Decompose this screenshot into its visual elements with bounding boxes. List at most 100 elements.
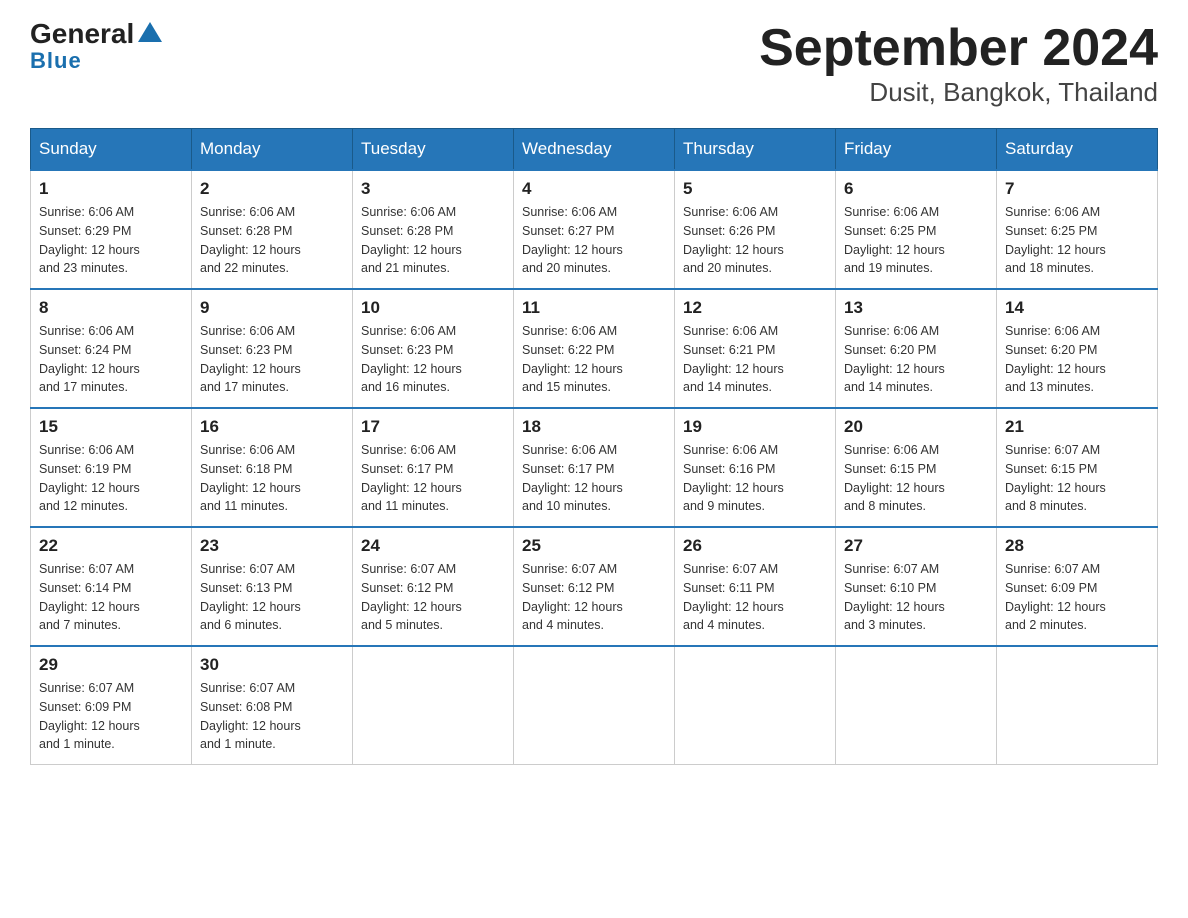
- day-number: 8: [39, 298, 183, 318]
- calendar-cell: 15 Sunrise: 6:06 AMSunset: 6:19 PMDayligh…: [31, 408, 192, 527]
- day-number: 16: [200, 417, 344, 437]
- calendar-table: SundayMondayTuesdayWednesdayThursdayFrid…: [30, 128, 1158, 765]
- calendar-cell: 12 Sunrise: 6:06 AMSunset: 6:21 PMDayligh…: [675, 289, 836, 408]
- day-number: 26: [683, 536, 827, 556]
- calendar-cell: 24 Sunrise: 6:07 AMSunset: 6:12 PMDayligh…: [353, 527, 514, 646]
- calendar-cell: 6Sunrise: 6:06 AMSunset: 6:25 PMDaylight…: [836, 170, 997, 289]
- day-number: 20: [844, 417, 988, 437]
- column-header-monday: Monday: [192, 129, 353, 171]
- calendar-cell: 10Sunrise: 6:06 AMSunset: 6:23 PMDayligh…: [353, 289, 514, 408]
- day-number: 24: [361, 536, 505, 556]
- day-number: 14: [1005, 298, 1149, 318]
- day-number: 15: [39, 417, 183, 437]
- day-number: 10: [361, 298, 505, 318]
- week-row-2: 8 Sunrise: 6:06 AMSunset: 6:24 PMDaylight…: [31, 289, 1158, 408]
- page-header: General Blue September 2024 Dusit, Bangk…: [30, 20, 1158, 108]
- day-number: 3: [361, 179, 505, 199]
- calendar-cell: 8 Sunrise: 6:06 AMSunset: 6:24 PMDaylight…: [31, 289, 192, 408]
- column-header-tuesday: Tuesday: [353, 129, 514, 171]
- day-number: 30: [200, 655, 344, 675]
- day-info: Sunrise: 6:07 AMSunset: 6:13 PMDaylight:…: [200, 560, 344, 635]
- day-info: Sunrise: 6:07 AMSunset: 6:12 PMDaylight:…: [522, 560, 666, 635]
- day-info: Sunrise: 6:06 AMSunset: 6:22 PMDaylight:…: [522, 322, 666, 397]
- calendar-cell: 17 Sunrise: 6:06 AMSunset: 6:17 PMDayligh…: [353, 408, 514, 527]
- day-info: Sunrise: 6:06 AMSunset: 6:28 PMDaylight:…: [361, 203, 505, 278]
- day-info: Sunrise: 6:06 AMSunset: 6:17 PMDaylight:…: [361, 441, 505, 516]
- calendar-cell: 5Sunrise: 6:06 AMSunset: 6:26 PMDaylight…: [675, 170, 836, 289]
- day-number: 28: [1005, 536, 1149, 556]
- day-number: 11: [522, 298, 666, 318]
- column-header-wednesday: Wednesday: [514, 129, 675, 171]
- week-row-4: 22 Sunrise: 6:07 AMSunset: 6:14 PMDayligh…: [31, 527, 1158, 646]
- calendar-cell: 20Sunrise: 6:06 AMSunset: 6:15 PMDayligh…: [836, 408, 997, 527]
- day-info: Sunrise: 6:06 AMSunset: 6:20 PMDaylight:…: [844, 322, 988, 397]
- calendar-cell: [353, 646, 514, 765]
- day-info: Sunrise: 6:06 AMSunset: 6:27 PMDaylight:…: [522, 203, 666, 278]
- day-number: 21: [1005, 417, 1149, 437]
- calendar-cell: 11 Sunrise: 6:06 AMSunset: 6:22 PMDayligh…: [514, 289, 675, 408]
- calendar-cell: 25 Sunrise: 6:07 AMSunset: 6:12 PMDayligh…: [514, 527, 675, 646]
- day-number: 17: [361, 417, 505, 437]
- calendar-cell: [514, 646, 675, 765]
- day-info: Sunrise: 6:06 AMSunset: 6:16 PMDaylight:…: [683, 441, 827, 516]
- calendar-cell: 9Sunrise: 6:06 AMSunset: 6:23 PMDaylight…: [192, 289, 353, 408]
- day-number: 7: [1005, 179, 1149, 199]
- day-number: 23: [200, 536, 344, 556]
- day-number: 27: [844, 536, 988, 556]
- calendar-cell: 3 Sunrise: 6:06 AMSunset: 6:28 PMDaylight…: [353, 170, 514, 289]
- week-row-3: 15 Sunrise: 6:06 AMSunset: 6:19 PMDayligh…: [31, 408, 1158, 527]
- column-header-saturday: Saturday: [997, 129, 1158, 171]
- logo: General Blue: [30, 20, 164, 74]
- day-number: 13: [844, 298, 988, 318]
- calendar-cell: [836, 646, 997, 765]
- day-number: 22: [39, 536, 183, 556]
- calendar-cell: 21Sunrise: 6:07 AMSunset: 6:15 PMDayligh…: [997, 408, 1158, 527]
- calendar-cell: 13 Sunrise: 6:06 AMSunset: 6:20 PMDayligh…: [836, 289, 997, 408]
- calendar-cell: 4 Sunrise: 6:06 AMSunset: 6:27 PMDaylight…: [514, 170, 675, 289]
- logo-general: General: [30, 20, 134, 48]
- calendar-cell: 16 Sunrise: 6:06 AMSunset: 6:18 PMDayligh…: [192, 408, 353, 527]
- column-header-friday: Friday: [836, 129, 997, 171]
- calendar-header-row: SundayMondayTuesdayWednesdayThursdayFrid…: [31, 129, 1158, 171]
- day-number: 18: [522, 417, 666, 437]
- calendar-cell: 7 Sunrise: 6:06 AMSunset: 6:25 PMDaylight…: [997, 170, 1158, 289]
- day-info: Sunrise: 6:06 AMSunset: 6:25 PMDaylight:…: [1005, 203, 1149, 278]
- calendar-cell: 26 Sunrise: 6:07 AMSunset: 6:11 PMDayligh…: [675, 527, 836, 646]
- day-info: Sunrise: 6:07 AMSunset: 6:09 PMDaylight:…: [1005, 560, 1149, 635]
- column-header-thursday: Thursday: [675, 129, 836, 171]
- calendar-cell: 29 Sunrise: 6:07 AMSunset: 6:09 PMDayligh…: [31, 646, 192, 765]
- logo-icon: [136, 18, 164, 46]
- day-info: Sunrise: 6:06 AMSunset: 6:21 PMDaylight:…: [683, 322, 827, 397]
- calendar-cell: [675, 646, 836, 765]
- calendar-cell: 14 Sunrise: 6:06 AMSunset: 6:20 PMDayligh…: [997, 289, 1158, 408]
- day-info: Sunrise: 6:07 AMSunset: 6:12 PMDaylight:…: [361, 560, 505, 635]
- week-row-5: 29 Sunrise: 6:07 AMSunset: 6:09 PMDayligh…: [31, 646, 1158, 765]
- day-number: 25: [522, 536, 666, 556]
- day-info: Sunrise: 6:06 AMSunset: 6:24 PMDaylight:…: [39, 322, 183, 397]
- logo-blue: Blue: [30, 48, 82, 74]
- page-subtitle: Dusit, Bangkok, Thailand: [759, 77, 1158, 108]
- day-info: Sunrise: 6:06 AMSunset: 6:19 PMDaylight:…: [39, 441, 183, 516]
- day-info: Sunrise: 6:07 AMSunset: 6:10 PMDaylight:…: [844, 560, 988, 635]
- day-number: 9: [200, 298, 344, 318]
- title-block: September 2024 Dusit, Bangkok, Thailand: [759, 20, 1158, 108]
- day-info: Sunrise: 6:07 AMSunset: 6:14 PMDaylight:…: [39, 560, 183, 635]
- day-info: Sunrise: 6:06 AMSunset: 6:20 PMDaylight:…: [1005, 322, 1149, 397]
- calendar-cell: 2Sunrise: 6:06 AMSunset: 6:28 PMDaylight…: [192, 170, 353, 289]
- calendar-cell: 18Sunrise: 6:06 AMSunset: 6:17 PMDayligh…: [514, 408, 675, 527]
- week-row-1: 1Sunrise: 6:06 AMSunset: 6:29 PMDaylight…: [31, 170, 1158, 289]
- day-info: Sunrise: 6:07 AMSunset: 6:09 PMDaylight:…: [39, 679, 183, 754]
- calendar-cell: 19 Sunrise: 6:06 AMSunset: 6:16 PMDayligh…: [675, 408, 836, 527]
- day-number: 29: [39, 655, 183, 675]
- calendar-cell: 28 Sunrise: 6:07 AMSunset: 6:09 PMDayligh…: [997, 527, 1158, 646]
- day-number: 5: [683, 179, 827, 199]
- calendar-cell: 27 Sunrise: 6:07 AMSunset: 6:10 PMDayligh…: [836, 527, 997, 646]
- day-number: 4: [522, 179, 666, 199]
- day-info: Sunrise: 6:06 AMSunset: 6:29 PMDaylight:…: [39, 203, 183, 278]
- day-info: Sunrise: 6:06 AMSunset: 6:28 PMDaylight:…: [200, 203, 344, 278]
- day-number: 12: [683, 298, 827, 318]
- day-info: Sunrise: 6:07 AMSunset: 6:11 PMDaylight:…: [683, 560, 827, 635]
- day-info: Sunrise: 6:06 AMSunset: 6:18 PMDaylight:…: [200, 441, 344, 516]
- day-number: 19: [683, 417, 827, 437]
- day-number: 6: [844, 179, 988, 199]
